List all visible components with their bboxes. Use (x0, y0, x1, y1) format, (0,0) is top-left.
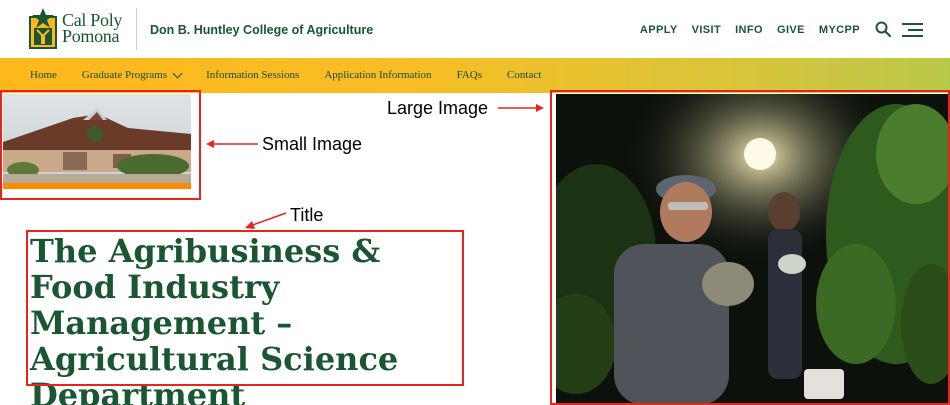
util-link-mycpp[interactable]: MYCPP (819, 24, 860, 36)
util-link-info[interactable]: INFO (735, 24, 763, 36)
program-navbar: Home Graduate Programs Information Sessi… (0, 58, 950, 93)
annotation-label-large-image: Large Image (387, 98, 489, 118)
annotation-box-large-image (550, 90, 950, 405)
annotation-label-title: Title (290, 205, 324, 225)
annotation-box-title (26, 230, 464, 386)
nav-item-contact[interactable]: Contact (507, 69, 541, 81)
annotation-arrow-small-image (206, 140, 258, 148)
header-divider (136, 8, 137, 50)
annotation-arrow-title (245, 212, 287, 229)
university-wordmark[interactable]: Cal Poly Pomona (62, 11, 122, 46)
hamburger-menu-icon[interactable] (902, 23, 923, 37)
utility-nav: APPLY VISIT INFO GIVE MYCPP (640, 24, 860, 36)
nav-item-faqs[interactable]: FAQs (457, 69, 482, 81)
annotation-box-small-image (0, 90, 201, 200)
nav-item-information-sessions[interactable]: Information Sessions (206, 69, 299, 81)
college-name-link[interactable]: Don B. Huntley College of Agriculture (150, 23, 373, 37)
util-link-give[interactable]: GIVE (777, 24, 805, 36)
nav-item-application-information[interactable]: Application Information (324, 69, 431, 81)
site-header: Cal Poly Pomona Don B. Huntley College o… (0, 0, 950, 58)
cal-poly-logo-icon[interactable] (28, 6, 58, 50)
nav-item-graduate-programs[interactable]: Graduate Programs (82, 68, 183, 81)
nav-item-home[interactable]: Home (30, 69, 57, 81)
annotation-arrow-large-image (498, 104, 544, 112)
search-icon[interactable] (875, 21, 891, 37)
chevron-down-icon (172, 68, 183, 78)
annotation-label-small-image: Small Image (262, 134, 363, 154)
util-link-apply[interactable]: APPLY (640, 24, 678, 36)
util-link-visit[interactable]: VISIT (692, 24, 722, 36)
wordmark-line2: Pomona (62, 26, 120, 46)
